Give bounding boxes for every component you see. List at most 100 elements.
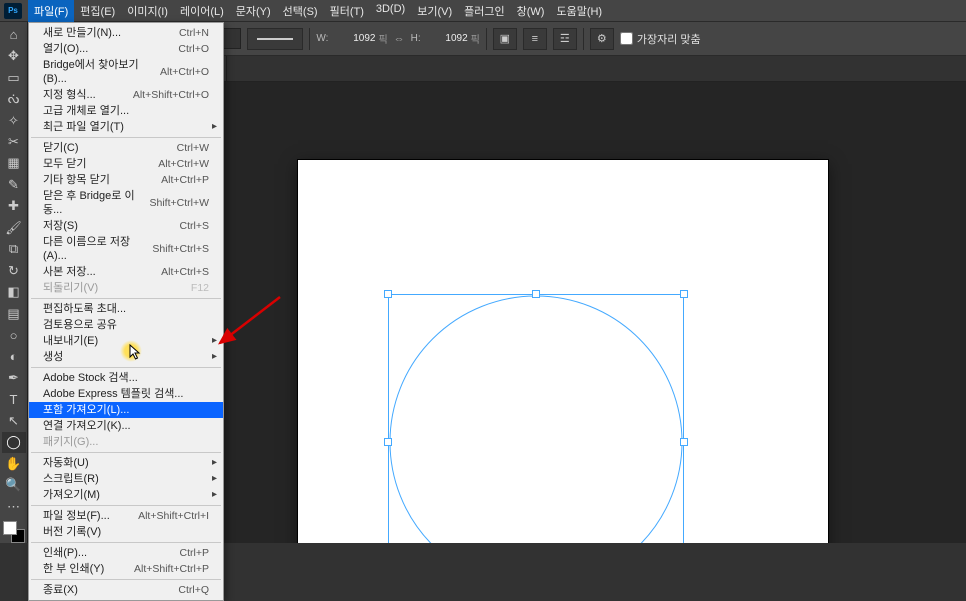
link-wh-icon[interactable]: ⇔ [394,33,405,45]
file-menu-item-21[interactable]: Adobe Stock 검색... [29,370,223,386]
frame-icon[interactable]: ▦ [2,153,26,174]
fg-swatch[interactable] [3,521,17,535]
path-op-icon[interactable]: ▣ [493,28,517,50]
zoom-icon[interactable]: 🔍 [2,475,26,496]
menu-9[interactable]: 플러그인 [458,0,510,22]
lasso-icon[interactable]: ᔔ [2,88,26,109]
menu-4[interactable]: 문자(Y) [230,0,277,22]
menu-item-shortcut: Alt+Shift+Ctrl+I [138,509,209,523]
wand-icon[interactable]: ✧ [2,110,26,131]
heal-icon[interactable]: ✚ [2,196,26,217]
app-logo: Ps [4,3,22,19]
file-menu-item-7[interactable]: 닫기(C)Ctrl+W [29,140,223,156]
handle-ml[interactable] [384,438,392,446]
menu-7[interactable]: 3D(D) [370,0,411,22]
file-menu-item-23[interactable]: 포함 가져오기(L)... [29,402,223,418]
file-menu-item-2[interactable]: Bridge에서 찾아보기(B)...Alt+Ctrl+O [29,57,223,87]
eyedrop-icon[interactable]: ✎ [2,174,26,195]
align-icon[interactable]: ≡ [523,28,547,50]
menu-item-label: 가져오기(M) [43,488,100,502]
menu-2[interactable]: 이미지(I) [121,0,174,22]
blur-icon[interactable]: ○ [2,324,26,345]
history-icon[interactable]: ↻ [2,260,26,281]
arrange-icon[interactable]: ☲ [553,28,577,50]
more-icon[interactable]: ⋯ [2,496,26,517]
file-menu-item-17[interactable]: 검토용으로 공유 [29,317,223,333]
home-icon[interactable]: ⌂ [2,24,26,45]
file-menu-item-32[interactable]: 버전 기록(V) [29,524,223,540]
align-edges-checkbox[interactable] [620,32,633,45]
menu-item-shortcut: Ctrl+W [177,141,209,155]
file-menu-item-3[interactable]: 지정 형식...Alt+Shift+Ctrl+O [29,87,223,103]
menu-item-label: 기타 항목 닫기 [43,173,110,187]
file-menu-item-19[interactable]: 생성 [29,349,223,365]
width-label: W: [316,33,328,44]
handle-mr[interactable] [680,438,688,446]
file-menu-item-31[interactable]: 파일 정보(F)...Alt+Shift+Ctrl+I [29,508,223,524]
path-icon[interactable]: ↖ [2,410,26,431]
handle-tc[interactable] [532,290,540,298]
menu-separator [31,505,221,506]
file-menu-item-18[interactable]: 내보내기(E) [29,333,223,349]
hand-icon[interactable]: ✋ [2,453,26,474]
menu-5[interactable]: 선택(S) [277,0,324,22]
dodge-icon[interactable]: ◐ [2,346,26,367]
menu-8[interactable]: 보기(V) [411,0,458,22]
file-menu-item-9[interactable]: 기타 항목 닫기Alt+Ctrl+P [29,172,223,188]
pen-icon[interactable]: ✒ [2,367,26,388]
height-label: H: [411,33,421,44]
file-menu-item-34[interactable]: 인쇄(P)...Ctrl+P [29,545,223,561]
menu-10[interactable]: 창(W) [511,0,551,22]
menu-item-shortcut: Shift+Ctrl+W [149,196,209,210]
move-icon[interactable]: ✥ [2,45,26,66]
width-value[interactable]: 1092 [331,33,375,44]
gradient-icon[interactable]: ▤ [2,303,26,324]
file-menu-item-27[interactable]: 자동화(U) [29,455,223,471]
file-menu-item-22[interactable]: Adobe Express 템플릿 검색... [29,386,223,402]
file-menu-item-13[interactable]: 사본 저장...Alt+Ctrl+S [29,264,223,280]
menu-1[interactable]: 편집(E) [74,0,121,22]
file-menu-item-4[interactable]: 고급 개체로 열기... [29,103,223,119]
menu-item-label: 닫은 후 Bridge로 이동... [43,189,149,217]
brush-icon[interactable]: 🖌 [2,217,26,238]
ellipse-icon[interactable]: ◯ [2,432,26,453]
gear-icon[interactable]: ⚙ [590,28,614,50]
handle-tl[interactable] [384,290,392,298]
eraser-icon[interactable]: ◧ [2,281,26,302]
menu-separator [31,452,221,453]
crop-icon[interactable]: ✂ [2,131,26,152]
handle-tr[interactable] [680,290,688,298]
stroke-style-select[interactable] [247,28,303,50]
height-value[interactable]: 1092 [424,33,468,44]
file-menu-item-11[interactable]: 저장(S)Ctrl+S [29,218,223,234]
menu-3[interactable]: 레이어(L) [174,0,230,22]
separator [583,28,584,50]
file-menu-item-12[interactable]: 다른 이름으로 저장(A)...Shift+Ctrl+S [29,234,223,264]
file-menu-item-28[interactable]: 스크립트(R) [29,471,223,487]
ellipse-path [388,294,684,543]
menu-item-label: 편집하도록 초대... [43,302,126,316]
ellipse-shape-layer[interactable] [388,294,684,543]
file-menu-item-35[interactable]: 한 부 인쇄(Y)Alt+Shift+Ctrl+P [29,561,223,577]
file-menu-item-29[interactable]: 가져오기(M) [29,487,223,503]
file-menu-item-24[interactable]: 연결 가져오기(K)... [29,418,223,434]
menu-item-label: 열기(O)... [43,42,88,56]
type-icon[interactable]: T [2,389,26,410]
menu-item-shortcut: Alt+Shift+Ctrl+P [134,562,209,576]
stamp-icon[interactable]: ⧉ [2,239,26,260]
menu-6[interactable]: 필터(T) [324,0,370,22]
file-menu-item-37[interactable]: 종료(X)Ctrl+Q [29,582,223,598]
file-menu-item-10[interactable]: 닫은 후 Bridge로 이동...Shift+Ctrl+W [29,188,223,218]
menu-11[interactable]: 도움말(H) [550,0,608,22]
file-menu-item-0[interactable]: 새로 만들기(N)...Ctrl+N [29,25,223,41]
menu-item-label: 사본 저장... [43,265,96,279]
marquee-icon[interactable]: ▭ [2,67,26,88]
menu-item-label: 최근 파일 열기(T) [43,120,124,134]
file-menu-item-1[interactable]: 열기(O)...Ctrl+O [29,41,223,57]
color-swatches[interactable] [3,521,25,542]
menu-item-label: 생성 [43,350,63,364]
file-menu-item-16[interactable]: 편집하도록 초대... [29,301,223,317]
file-menu-item-5[interactable]: 최근 파일 열기(T) [29,119,223,135]
menu-0[interactable]: 파일(F) [28,0,74,22]
file-menu-item-8[interactable]: 모두 닫기Alt+Ctrl+W [29,156,223,172]
